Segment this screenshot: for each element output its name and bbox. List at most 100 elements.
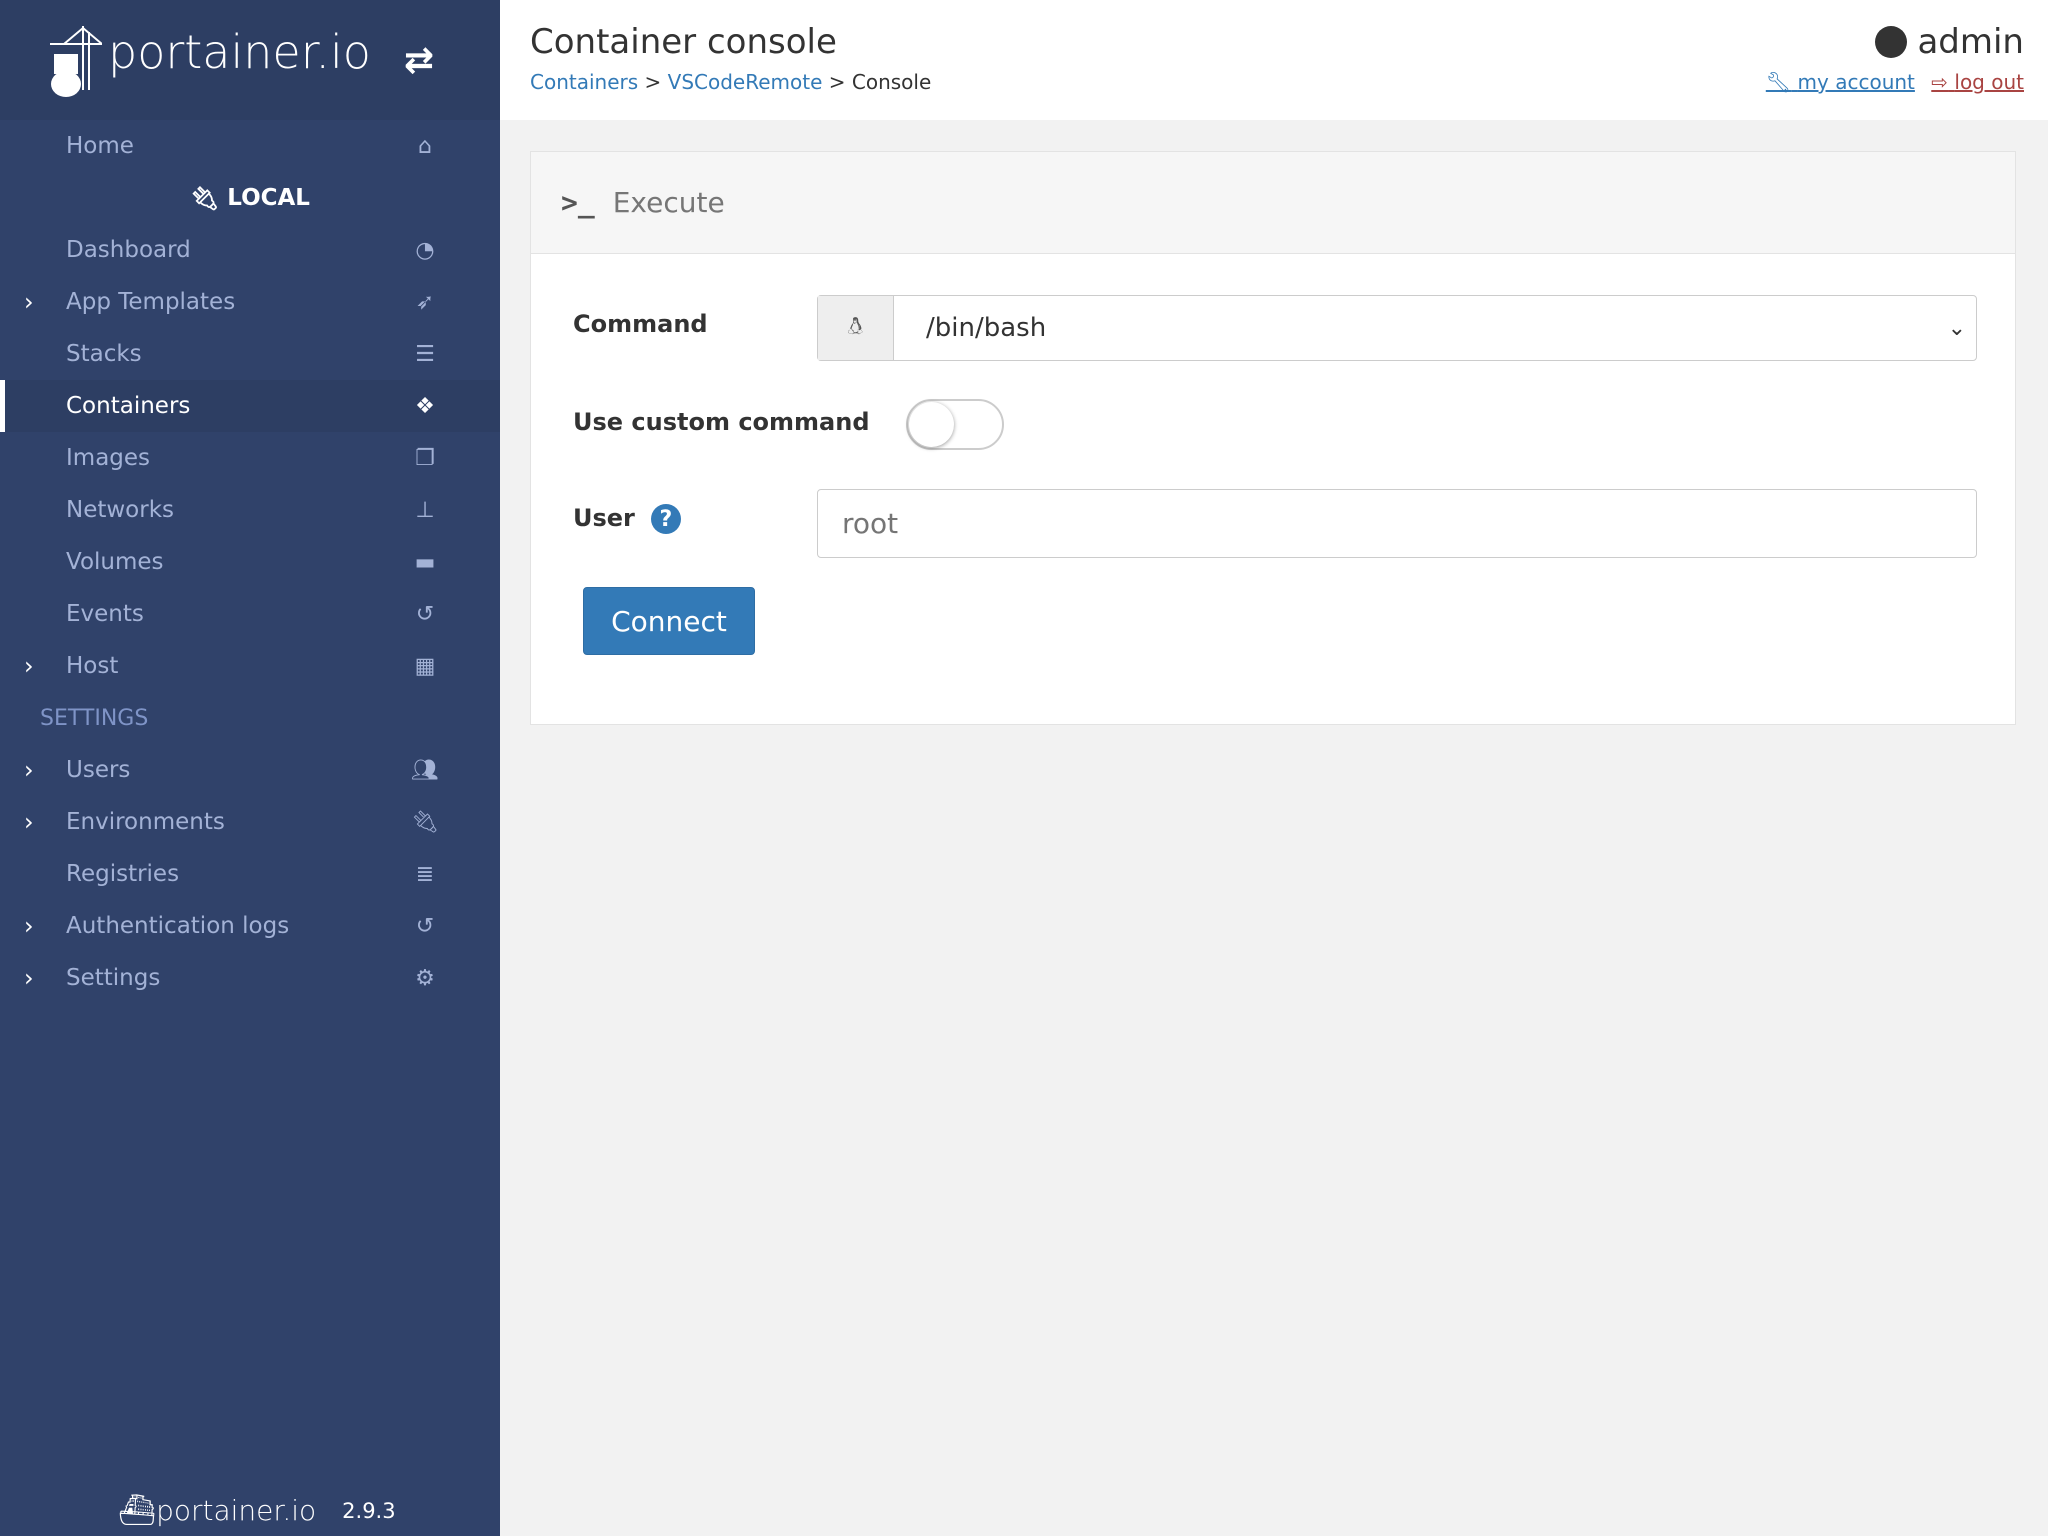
endpoint-name: LOCAL — [227, 185, 310, 211]
chevron-right-icon[interactable]: › — [24, 808, 34, 836]
sidebar-item-label: Volumes — [66, 549, 164, 575]
history-icon: ↺ — [415, 601, 435, 627]
sidebar-item-label: App Templates — [66, 289, 236, 315]
users-icon: 👥︎ — [411, 757, 439, 783]
plug-icon: 🔌︎ — [411, 809, 439, 835]
user-circle-icon — [1875, 26, 1908, 58]
panel-header: >_ Execute — [531, 152, 2015, 254]
endpoint-label: 🔌︎ LOCAL — [0, 172, 500, 224]
chevron-right-icon[interactable]: › — [24, 288, 34, 316]
my-account-link[interactable]: 🔧︎ my account — [1766, 70, 1915, 94]
version-label: 2.9.3 — [342, 1498, 396, 1523]
sidebar-item-networks[interactable]: Networks ⊥ — [0, 484, 500, 536]
sidebar-item-images[interactable]: Images ❐ — [0, 432, 500, 484]
sidebar-item-containers[interactable]: Containers ❖ — [0, 380, 500, 432]
database-icon: ≣ — [415, 861, 435, 887]
command-value: /bin/bash — [926, 313, 1047, 343]
sidebar-item-label: Dashboard — [66, 237, 191, 263]
log-out-link[interactable]: ⇨ log out — [1931, 70, 2024, 94]
sidebar-item-label: Home — [66, 133, 134, 159]
breadcrumb-container[interactable]: VSCodeRemote — [668, 70, 823, 94]
command-label: Command — [573, 310, 708, 338]
user-info: admin — [1875, 22, 2024, 62]
section-label: SETTINGS — [40, 705, 149, 731]
sidebar-item-stacks[interactable]: Stacks ☰ — [0, 328, 500, 380]
home-icon: ⌂ — [418, 133, 432, 159]
breadcrumb: Containers > VSCodeRemote > Console — [530, 70, 932, 94]
sidebar-item-label: Environments — [66, 809, 225, 835]
sign-out-icon: ⇨ — [1931, 70, 1949, 94]
my-account-label: my account — [1797, 70, 1915, 94]
th-icon: ▦ — [414, 653, 436, 679]
settings-section-header: SETTINGS — [0, 692, 500, 744]
custom-command-label: Use custom command — [573, 408, 870, 436]
username: admin — [1917, 22, 2024, 62]
execute-panel: >_ Execute Command 🐧︎ /bin/bash ⌄ Use cust… — [530, 151, 2016, 725]
sidebar-item-label: Containers — [66, 393, 191, 419]
terminal-icon: >_ — [561, 186, 595, 219]
user-input[interactable] — [817, 489, 1977, 558]
sidebar-item-label: Host — [66, 653, 119, 679]
sidebar-item-label: Registries — [66, 861, 180, 887]
sidebar-item-label: Networks — [66, 497, 175, 523]
user-label: User — [573, 504, 635, 532]
sidebar-item-label: Stacks — [66, 341, 142, 367]
sidebar-item-users[interactable]: › Users 👥︎ — [0, 744, 500, 796]
user-label-row: User? — [573, 504, 681, 534]
clone-icon: ❐ — [415, 445, 435, 471]
sidebar-item-registries[interactable]: Registries ≣ — [0, 848, 500, 900]
chevron-right-icon[interactable]: › — [24, 652, 34, 680]
sidebar-item-volumes[interactable]: Volumes ▬ — [0, 536, 500, 588]
sidebar-item-settings[interactable]: › Settings ⚙ — [0, 952, 500, 1004]
chevron-right-icon[interactable]: › — [24, 912, 34, 940]
plug-icon: 🔌︎ — [190, 185, 228, 212]
sidebar-item-home[interactable]: Home ⌂ — [0, 120, 500, 172]
sidebar: portainer.io ⇄ Home ⌂ 🔌︎ LOCAL Dashboard ◔… — [0, 0, 500, 1536]
sidebar-item-environments[interactable]: › Environments 🔌︎ — [0, 796, 500, 848]
sidebar-item-authentication-logs[interactable]: › Authentication logs ↺ — [0, 900, 500, 952]
connect-button[interactable]: Connect — [583, 587, 755, 655]
cubes-icon: ❖ — [415, 393, 435, 419]
help-icon[interactable]: ? — [650, 504, 681, 534]
breadcrumb-containers[interactable]: Containers — [530, 70, 638, 94]
sidebar-item-dashboard[interactable]: Dashboard ◔ — [0, 224, 500, 276]
portainer-logo-icon — [50, 26, 102, 97]
log-out-label: log out — [1954, 70, 2024, 94]
brand-name: portainer.io — [108, 25, 371, 79]
sidebar-item-events[interactable]: Events ↺ — [0, 588, 500, 640]
sitemap-icon: ⊥ — [415, 497, 435, 523]
hdd-icon: ▬ — [414, 549, 436, 575]
sidebar-item-host[interactable]: › Host ▦ — [0, 640, 500, 692]
toggle-knob — [909, 402, 954, 447]
panel-title: Execute — [612, 186, 725, 219]
tachometer-icon: ◔ — [415, 237, 435, 263]
sidebar-item-label: Images — [66, 445, 151, 471]
toggle-sidebar-icon[interactable]: ⇄ — [404, 40, 434, 81]
sidebar-item-label: Events — [66, 601, 144, 627]
cogs-icon: ⚙ — [415, 965, 435, 991]
user-links: 🔧︎ my account ⇨ log out — [1766, 70, 2024, 94]
linux-icon: 🐧︎ — [818, 296, 894, 360]
chevron-right-icon[interactable]: › — [24, 756, 34, 784]
footer-brand: portainer.io — [156, 1494, 317, 1527]
history-icon: ↺ — [415, 913, 435, 939]
list-icon: ☰ — [415, 341, 435, 367]
page-header: Container console Containers > VSCodeRem… — [500, 0, 2048, 120]
command-select[interactable]: 🐧︎ /bin/bash ⌄ — [817, 295, 1977, 361]
page-title: Container console — [530, 22, 837, 62]
rocket-icon: ➶ — [415, 289, 435, 315]
chevron-right-icon[interactable]: › — [24, 964, 34, 992]
portainer-logo[interactable]: portainer.io — [50, 14, 371, 98]
sidebar-nav: Home ⌂ 🔌︎ LOCAL Dashboard ◔ › App Templates… — [0, 120, 500, 1004]
portainer-logo-icon: ⛴︎ — [118, 1493, 157, 1528]
custom-command-toggle[interactable] — [906, 399, 1004, 450]
sidebar-item-label: Authentication logs — [66, 913, 290, 939]
sidebar-item-label: Settings — [66, 965, 161, 991]
sidebar-item-label: Users — [66, 757, 131, 783]
sidebar-footer: ⛴︎ portainer.io 2.9.3 — [118, 1493, 396, 1528]
wrench-icon: 🔧︎ — [1765, 70, 1792, 94]
chevron-down-icon: ⌄ — [1947, 315, 1966, 341]
sidebar-item-app-templates[interactable]: › App Templates ➶ — [0, 276, 500, 328]
brand-header: portainer.io ⇄ — [0, 0, 500, 120]
breadcrumb-current: Console — [851, 70, 932, 94]
